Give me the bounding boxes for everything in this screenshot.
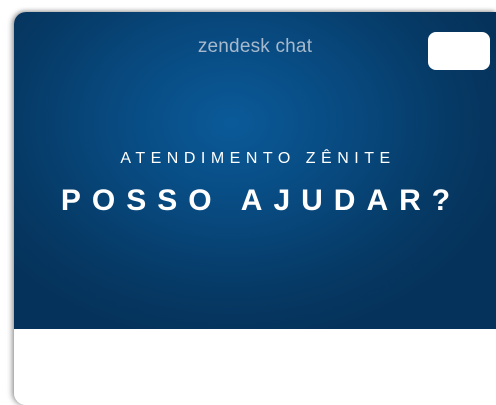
banner-headline: POSSO AJUDAR? [60, 184, 462, 217]
chat-banner[interactable]: zendesk chat ATENDIMENTO ZÊNITE POSSO AJ… [14, 12, 496, 329]
brand-label: zendesk chat [197, 36, 313, 57]
banner-subtitle: ATENDIMENTO ZÊNITE [120, 150, 396, 167]
widget-control-button[interactable] [428, 32, 490, 70]
chat-footer [14, 329, 496, 405]
chat-widget: zendesk chat ATENDIMENTO ZÊNITE POSSO AJ… [14, 12, 496, 405]
